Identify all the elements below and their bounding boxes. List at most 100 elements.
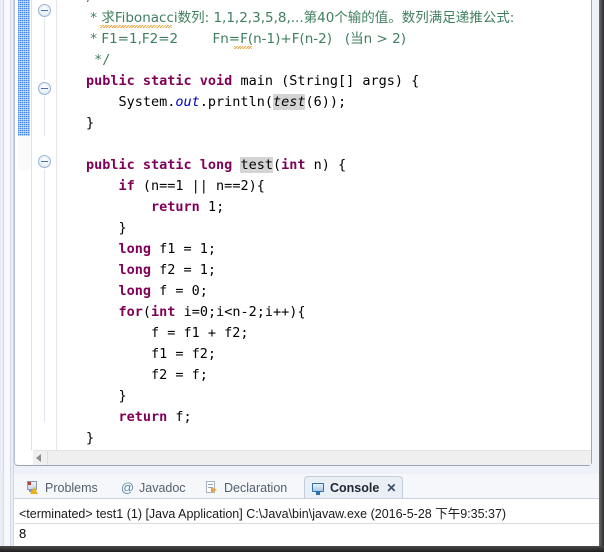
code-token: out (175, 94, 200, 110)
fold-marker-comment[interactable] (38, 4, 51, 17)
fold-marker-main-method[interactable] (38, 82, 51, 95)
code-token: f2 = 1; (151, 262, 217, 278)
console-view-frame: Problems @ Javadoc Declaration Console ✕… (14, 474, 604, 548)
left-strip-inner (3, 0, 11, 470)
code-token: public static long (86, 157, 241, 173)
code-line: long f2 = 1; (86, 260, 217, 281)
code-token: */ (86, 52, 111, 68)
fold-marker-test-method[interactable] (38, 155, 51, 168)
code-token: n) { (305, 157, 347, 173)
code-line: */ (86, 50, 110, 71)
code-token: } (86, 388, 127, 404)
fold-line-comment (44, 18, 45, 80)
editor-change-ruler[interactable] (15, 0, 32, 450)
declaration-icon (205, 480, 220, 495)
code-token: } (86, 430, 95, 446)
code-token: long (118, 262, 152, 278)
change-bar-marker (18, 0, 30, 136)
code-token: test (240, 157, 273, 173)
change-bar-tail (18, 136, 30, 170)
problems-icon (26, 480, 41, 495)
code-token: for (118, 304, 143, 320)
tab-problems[interactable]: Problems (20, 476, 104, 499)
code-line: } (86, 218, 127, 239)
close-icon[interactable]: ✕ (386, 482, 396, 494)
code-token: i=0;i<n-2;i++){ (175, 304, 306, 320)
code-text-area[interactable]: /* * 求Fibonacci数列: 1,1,2,3,5,8,...第40个输的… (58, 0, 591, 450)
console-divider (15, 523, 603, 524)
code-token: f1 = f2; (86, 346, 217, 362)
code-line: /* (86, 0, 102, 8)
code-token: public static void (86, 73, 241, 89)
view-tabbar: Problems @ Javadoc Declaration Console ✕ (14, 474, 604, 499)
editor-scroll-track[interactable] (47, 451, 591, 465)
spellcheck-squiggle (100, 25, 172, 28)
code-token: * F1=1,F2=2 Fn=F(n-1)+F(n-2) (当n > 2) (86, 31, 406, 47)
window-right-edge (599, 0, 604, 546)
tab-declaration-label: Declaration (224, 480, 288, 495)
java-editor-panel: /* * 求Fibonacci数列: 1,1,2,3,5,8,...第40个输的… (0, 0, 604, 470)
code-line: } (86, 113, 94, 134)
code-token: main (String[] args) { (240, 73, 420, 89)
console-output-area[interactable]: <terminated> test1 (1) [Java Application… (14, 499, 604, 548)
eclipse-ide-window: /* * 求Fibonacci数列: 1,1,2,3,5,8,...第40个输的… (0, 0, 604, 552)
bottom-left-strip-inner (3, 470, 11, 552)
code-token: (n==1 || n==2){ (134, 178, 265, 194)
tab-console-label: Console (330, 481, 380, 495)
code-line: for(int i=0;i<n-2;i++){ (86, 302, 306, 323)
code-token: /* (86, 0, 102, 5)
code-token: (6)); (305, 94, 347, 110)
code-line: System.out.println(test(6)); (86, 92, 346, 113)
spellcheck-squiggle (234, 46, 252, 49)
fold-line-main-method (44, 96, 45, 136)
code-token: } (86, 115, 95, 131)
code-token: long (118, 283, 152, 299)
code-token: return (151, 199, 200, 215)
tab-javadoc-label: Javadoc (139, 480, 186, 495)
code-token: .println( (199, 94, 273, 110)
code-token: f; (167, 409, 192, 425)
code-line: f2 = f; (86, 365, 208, 386)
bottom-left-strip (0, 470, 14, 552)
fold-line-test-method (44, 169, 45, 422)
tab-problems-label: Problems (45, 480, 98, 495)
code-line: if (n==1 || n==2){ (86, 176, 265, 197)
code-line: f = f1 + f2; (86, 323, 249, 344)
code-token: * 求Fibonacci数列: 1,1,2,3,5,8,...第40个输的值。数… (86, 10, 515, 26)
code-line: public static long test(int n) { (86, 155, 346, 176)
code-token: f2 = f; (86, 367, 208, 383)
code-token: } (86, 220, 127, 236)
left-collapsed-view-strip[interactable] (0, 0, 14, 470)
code-token: long (118, 241, 152, 257)
scroll-left-arrow-icon[interactable] (36, 454, 41, 462)
tab-javadoc[interactable]: @ Javadoc (114, 476, 192, 499)
code-line: } (86, 386, 127, 407)
code-token: ( (142, 304, 152, 320)
code-token: ( (272, 157, 282, 173)
code-token: int (151, 304, 176, 320)
at-sign-icon: @ (120, 480, 135, 495)
console-output-text: 8 (19, 526, 27, 541)
editor-folding-ruler[interactable] (33, 0, 57, 450)
code-token: System. (86, 94, 176, 110)
tab-console[interactable]: Console ✕ (304, 476, 404, 499)
code-line: f1 = f2; (86, 344, 216, 365)
code-token: f1 = 1; (151, 241, 217, 257)
code-token: if (118, 178, 135, 194)
code-line: long f = 0; (86, 281, 208, 302)
code-token: test (272, 94, 306, 110)
code-token: f = f1 + f2; (86, 325, 249, 341)
code-token: int (281, 157, 306, 173)
editor-horizontal-scrollbar[interactable] (33, 450, 591, 465)
code-line: public static void main (String[] args) … (86, 71, 419, 92)
code-line: long f1 = 1; (86, 239, 217, 260)
tab-declaration[interactable]: Declaration (199, 476, 293, 499)
code-token: return (118, 409, 168, 425)
